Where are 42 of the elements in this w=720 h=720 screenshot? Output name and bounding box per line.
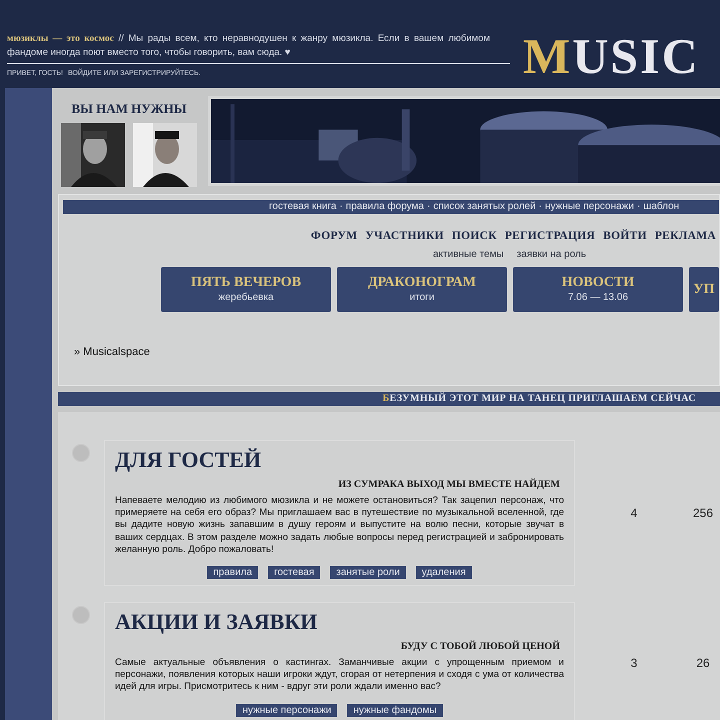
forum-title[interactable]: ДЛЯ ГОСТЕЙ [115, 447, 262, 473]
tag-link[interactable]: нужные персонажи [236, 704, 338, 717]
post-count: 256 [693, 505, 713, 522]
nav-link[interactable]: список занятых ролей [433, 200, 536, 214]
breadcrumb: » Musicalspace [73, 345, 150, 360]
separator: · [339, 200, 343, 214]
tag-link[interactable]: удаления [416, 566, 472, 580]
section-title: БЕЗУМНЫЙ ЭТОТ МИР НА ТАНЕЦ ПРИГЛАШАЕМ СЕЙЧАС [58, 392, 720, 406]
topic-count: 3 [630, 654, 638, 672]
submenu-link[interactable]: активные темы [433, 247, 504, 262]
forum-subtitle: БУДУ С ТОБОЙ ЛЮБОЙ ЦЕНОЙ [400, 640, 561, 654]
separator: · [426, 200, 430, 214]
separator: · [538, 200, 542, 214]
tag-link[interactable]: правила [207, 566, 258, 580]
menu-link[interactable]: РЕКЛАМА [654, 228, 716, 246]
menu-link[interactable]: РЕГИСТРАЦИЯ [504, 228, 596, 246]
tagline: мюзиклы — это космос // Мы рады всем, кто неравнодушен к жанру мюзикла. Если в вашем любимом фандоме иногда поют вместо того, чтобы говорить, вам сюда. ♥ [7, 32, 491, 59]
submenu-link[interactable]: заявки на роль [516, 247, 586, 262]
feature-button[interactable]: УП [689, 267, 719, 312]
nav-link[interactable]: шаблон [643, 200, 680, 214]
nav-link[interactable]: нужные персонажи [545, 200, 634, 214]
menu-link[interactable]: ФОРУМ [310, 228, 358, 246]
feature-button[interactable]: НОВОСТИ 7.06 — 13.06 [513, 267, 683, 312]
topic-count: 4 [630, 505, 638, 522]
wanted-title: ВЫ НАМ НУЖНЫ [71, 100, 187, 118]
menu-link[interactable]: УЧАСТНИКИ [365, 228, 444, 246]
feature-button[interactable]: ДРАКОНОГРАМ итоги [337, 267, 507, 312]
site-logo: MUSIC [522, 27, 700, 86]
forum-description: Самые актуальные объявления о кастингах. Заманчивые акции с упрощенным приемом и персонажи, появления которых наши игроки ждут, сгорая от нетерпения и сходя с ума от количества идей для игры. Присмотритесь к ним - вдруг эти роли ждали именно вас? [115, 657, 564, 694]
forum-description: Напеваете мелодию из любимого мюзикла и не можете остановиться? Так зацепил персонаж, что примеряете на себя его образ? Мы приглашаем вас в путешествие по музыкальной вселенной, где вы дадите новую жизнь запавшим в душу героям и выпустите на волю песни, которые звучат в ваших сердцах. В этом разделе можно задать любые вопросы перед регистрацией и забронировать желанную роль. Добро пожаловать! [115, 495, 564, 556]
feature-button[interactable]: ПЯТЬ ВЕЧЕРОВ жеребьевка [161, 267, 331, 312]
tag-link[interactable]: гостевая [268, 566, 320, 580]
post-count: 26 [695, 654, 711, 672]
nav-link[interactable]: гостевая книга [269, 200, 336, 214]
separator: · [636, 200, 640, 214]
nav-link[interactable]: правила форума [346, 200, 424, 214]
tag-link[interactable]: нужные фандомы [347, 704, 443, 717]
menu-link[interactable]: ПОИСК [452, 228, 497, 246]
menu-link[interactable]: ВОЙТИ [603, 228, 647, 246]
forum-title[interactable]: АКЦИИ И ЗАЯВКИ [115, 609, 318, 636]
tag-link[interactable]: занятые роли [330, 566, 406, 580]
forum-subtitle: ИЗ СУМРАКА ВЫХОД МЫ ВМЕСТЕ НАЙДЕМ [337, 478, 561, 492]
